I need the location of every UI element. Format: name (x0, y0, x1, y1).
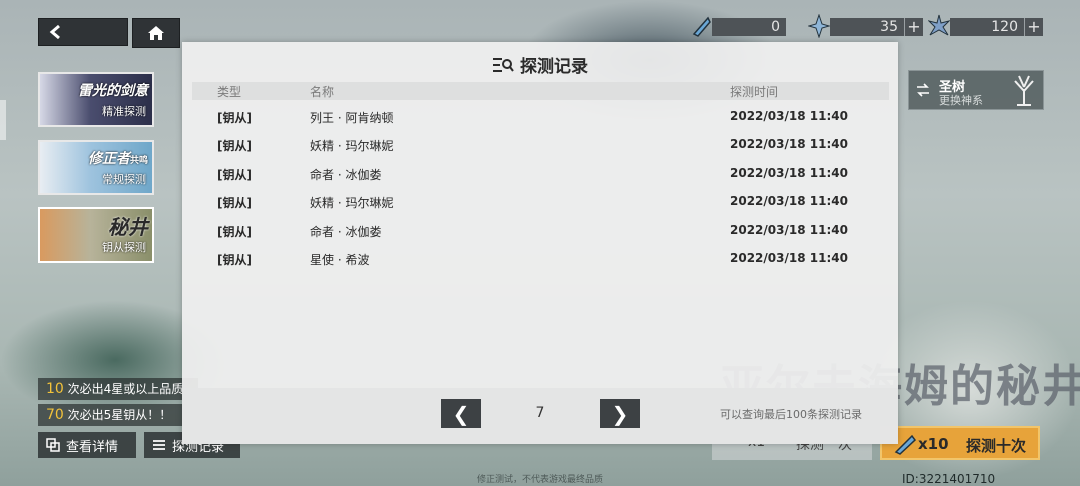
row-time: 2022/03/18 11:40 (730, 194, 848, 208)
current-page: 7 (535, 405, 545, 421)
table-row: [钥从] 列王 · 阿肯纳顿 2022/03/18 11:40 (192, 106, 889, 128)
records-limit-note: 可以查询最后100条探测记录 (720, 408, 862, 421)
dialog-title-bar: 探测记录 (182, 52, 898, 77)
switch-icon (917, 83, 929, 97)
details-icon (46, 438, 60, 452)
back-arrow-icon (49, 25, 60, 39)
pull-ten-button[interactable]: x10 探测十次 (880, 426, 1040, 460)
row-name: 命者 · 冰伽娄 (310, 168, 382, 182)
pity-count: 70 (46, 407, 64, 423)
side-tab-marker (0, 100, 6, 140)
records-dialog: 探测记录 类型 名称 探测时间 [钥从] 列王 · 阿肯纳顿 2022/03/1… (182, 42, 898, 444)
table-row: [钥从] 妖精 · 玛尔琳妮 2022/03/18 11:40 (192, 134, 889, 156)
table-row: [钥从] 妖精 · 玛尔琳妮 2022/03/18 11:40 (192, 191, 889, 213)
banner-secret-well[interactable]: 秘井 钥从探测 (38, 207, 154, 263)
column-time: 探测时间 (730, 85, 779, 99)
column-type: 类型 (217, 85, 242, 99)
row-time: 2022/03/18 11:40 (730, 223, 848, 237)
list-icon (153, 440, 165, 450)
pull-ten-label: 探测十次 (966, 437, 1027, 455)
resource-gem-value: 0 (712, 18, 786, 36)
home-button[interactable] (132, 18, 180, 48)
row-time: 2022/03/18 11:40 (730, 109, 848, 123)
next-page-button[interactable]: ❯ (600, 399, 640, 428)
row-type: [钥从] (217, 253, 252, 267)
add-spark-button[interactable]: + (1024, 18, 1043, 36)
row-type: [钥从] (217, 168, 252, 182)
row-type: [钥从] (217, 196, 252, 210)
row-name: 妖精 · 玛尔琳妮 (310, 139, 394, 153)
resource-gem-spacer (786, 18, 804, 36)
banner-title: 秘井 (108, 215, 148, 239)
pity-text: 次必出4星或以上品质 (67, 382, 184, 396)
row-time: 2022/03/18 11:40 (730, 137, 848, 151)
god-tree-card[interactable]: 圣树 更换神系 (908, 70, 1044, 110)
row-time: 2022/03/18 11:40 (730, 166, 848, 180)
star-crystal-icon (808, 14, 830, 38)
dialog-title: 探测记录 (520, 57, 588, 77)
row-name: 妖精 · 玛尔琳妮 (310, 196, 394, 210)
view-details-label: 查看详情 (66, 439, 119, 455)
banner-badge: 共鸣 (129, 156, 148, 166)
row-name: 星使 · 希波 (310, 253, 370, 267)
pity-count: 10 (46, 381, 64, 397)
banner-subtitle: 钥从探测 (102, 241, 146, 254)
gem-icon (692, 16, 711, 37)
banner-lightning-sword[interactable]: 雷光的剑意 精准探测 (38, 72, 154, 127)
resource-star-value: 35 (830, 18, 904, 36)
column-name: 名称 (310, 85, 335, 99)
table-row: [钥从] 命者 · 冰伽娄 2022/03/18 11:40 (192, 163, 889, 185)
banner-subtitle: 常规探测 (102, 173, 146, 186)
god-tree-subtitle: 更换神系 (939, 94, 983, 107)
pagination-bar: ❮ 7 ❯ 可以查询最后100条探测记录 (182, 388, 898, 444)
pull-ten-count: x10 (918, 435, 949, 453)
row-time: 2022/03/18 11:40 (730, 251, 848, 265)
prev-page-button[interactable]: ❮ (441, 399, 481, 428)
user-id: ID:3221401710 (902, 472, 996, 486)
spark-crystal-icon (928, 14, 950, 36)
table-row: [钥从] 星使 · 希波 2022/03/18 11:40 (192, 248, 889, 270)
row-name: 列王 · 阿肯纳顿 (310, 111, 394, 125)
view-details-button[interactable]: 查看详情 (38, 432, 136, 458)
table-row: [钥从] 命者 · 冰伽娄 2022/03/18 11:40 (192, 220, 889, 242)
search-records-icon (493, 57, 514, 72)
back-button[interactable] (38, 18, 128, 46)
banner-corrector[interactable]: 修正者共鸣 常规探测 (38, 140, 154, 195)
row-type: [钥从] (217, 225, 252, 239)
table-header: 类型 名称 探测时间 (192, 82, 889, 100)
banner-subtitle: 精准探测 (102, 105, 146, 118)
pity-info-4star: 10 次必出4星或以上品质 (38, 378, 198, 400)
banner-title: 修正者共鸣 (87, 151, 148, 167)
home-icon (148, 26, 164, 40)
tree-icon (1014, 75, 1034, 106)
resource-spark-value: 120 (950, 18, 1024, 36)
row-type: [钥从] (217, 139, 252, 153)
row-name: 命者 · 冰伽娄 (310, 225, 382, 239)
row-type: [钥从] (217, 111, 252, 125)
add-star-button[interactable]: + (904, 18, 923, 36)
banner-title: 雷光的剑意 (78, 83, 148, 99)
pity-text: 次必出5星钥从！！ (67, 408, 172, 422)
pity-info-5star: 70 次必出5星钥从！！ (38, 404, 198, 426)
